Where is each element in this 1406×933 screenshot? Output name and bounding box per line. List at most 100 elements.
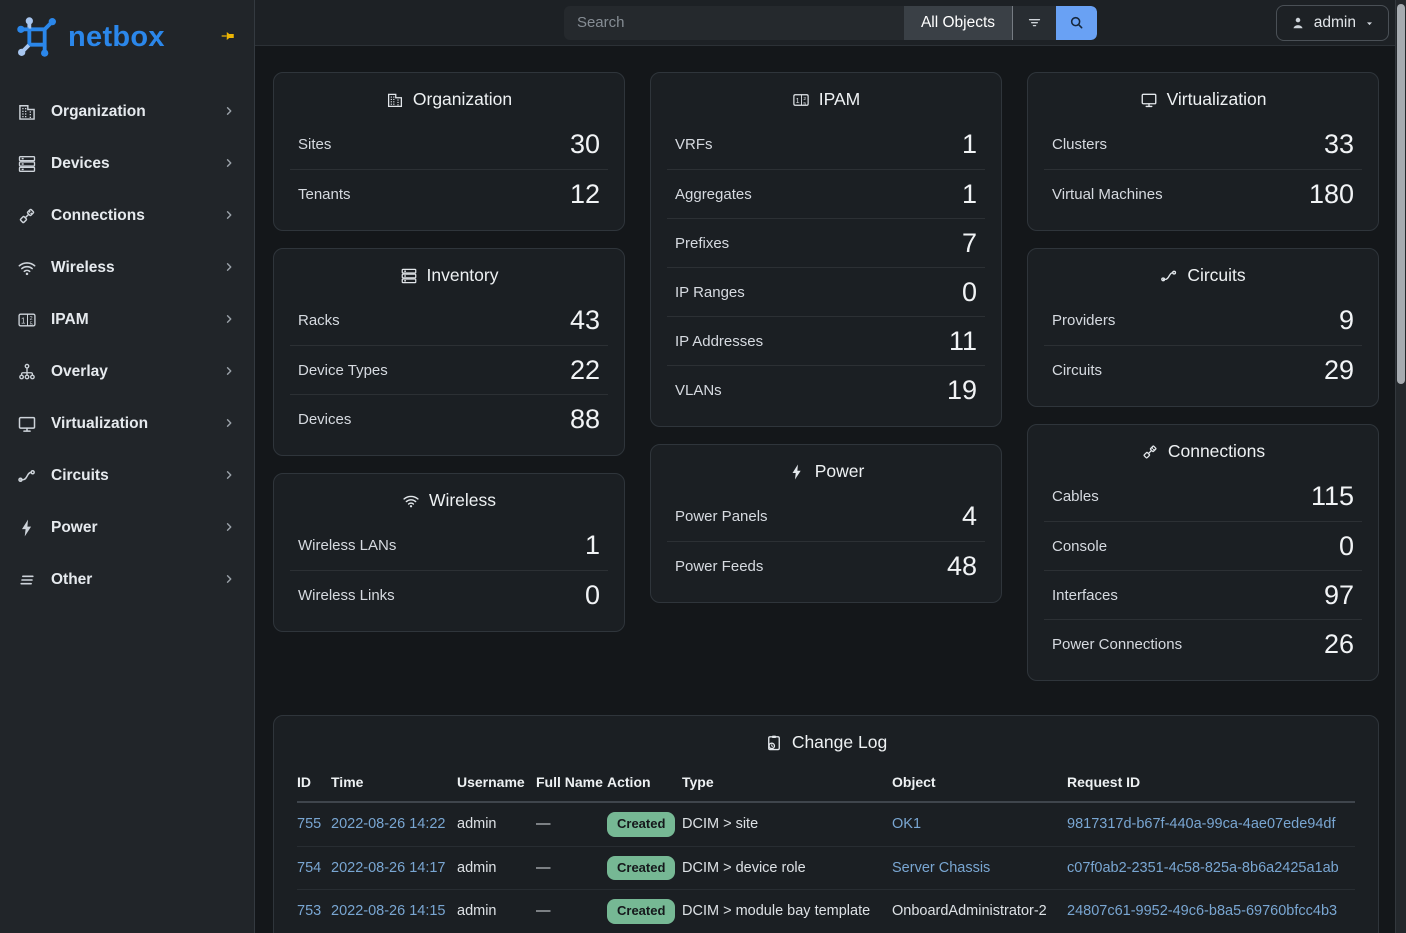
card-power: PowerPower Panels4Power Feeds48: [650, 444, 1002, 603]
transit-icon: [1160, 267, 1178, 285]
stat-value-link[interactable]: 9: [1339, 307, 1354, 334]
svg-text:5: 5: [803, 100, 806, 106]
stat-value-link[interactable]: 43: [570, 307, 600, 334]
action-badge: Created: [607, 899, 675, 924]
change-id-link[interactable]: 754: [297, 860, 321, 876]
stat-value-link[interactable]: 30: [570, 131, 600, 158]
stat-row: Cables115: [1044, 472, 1362, 521]
change-object-link[interactable]: OK1: [892, 816, 921, 832]
sidebar-item-label: Other: [51, 571, 92, 589]
sidebar-item-power[interactable]: Power: [0, 502, 254, 554]
card-title: Circuits: [1187, 265, 1245, 286]
card-title: Inventory: [427, 265, 499, 286]
brand: netbox: [0, 0, 254, 72]
vertical-scrollbar[interactable]: [1395, 0, 1406, 933]
stat-value-link[interactable]: 1: [962, 181, 977, 208]
change-fullname: —: [536, 816, 551, 832]
stat-row: Prefixes 7: [667, 218, 985, 267]
column-header: Object: [892, 765, 1067, 802]
card-title: Power: [815, 461, 865, 482]
sidebar-item-wireless[interactable]: Wireless: [0, 242, 254, 294]
stat-label: Prefixes: [675, 235, 729, 252]
search-icon: [1068, 14, 1085, 31]
filter-icon: [1026, 14, 1043, 31]
stat-value-link[interactable]: 4: [962, 503, 977, 530]
monitor-icon: [1140, 91, 1158, 109]
sidebar-item-connections[interactable]: Connections: [0, 190, 254, 242]
column-header: Action: [607, 765, 682, 802]
stat-value-link[interactable]: 115: [1311, 483, 1354, 510]
pin-sidebar-button[interactable]: [214, 23, 240, 52]
stat-label: Aggregates: [675, 186, 752, 203]
svg-text:5: 5: [30, 321, 33, 327]
svg-text:1: 1: [795, 97, 799, 105]
stat-value-link[interactable]: 29: [1324, 357, 1354, 384]
table-row: 7542022-08-26 14:17admin—CreatedDCIM > d…: [297, 846, 1355, 890]
monitor-icon: [17, 414, 39, 434]
stat-value-link[interactable]: 22: [570, 357, 600, 384]
stat-value-link[interactable]: 11: [949, 328, 977, 355]
clipboard-clock-icon: [765, 734, 783, 752]
change-id-link[interactable]: 753: [297, 903, 321, 919]
netbox-logo-icon[interactable]: [14, 14, 60, 60]
search-scope-button[interactable]: All Objects: [904, 6, 1012, 40]
stat-value-link[interactable]: 33: [1324, 131, 1354, 158]
bolt-icon: [17, 518, 39, 538]
column-header: Username: [457, 765, 536, 802]
stat-label: Wireless LANs: [298, 537, 396, 554]
stat-row: Wireless LANs 1: [290, 521, 608, 570]
stat-row: Power Panels4: [667, 492, 985, 541]
stat-row: VLANs 19: [667, 365, 985, 414]
server-icon: [17, 154, 39, 174]
request-id-link[interactable]: 24807c61-9952-49c6-b8a5-69760bfcc4b3: [1067, 903, 1337, 919]
search-filter-button[interactable]: [1012, 6, 1056, 40]
change-time-link[interactable]: 2022-08-26 14:15: [331, 903, 446, 919]
sidebar-item-virtualization[interactable]: Virtualization: [0, 398, 254, 450]
lines-icon: [17, 570, 39, 590]
stat-value-link[interactable]: 0: [1339, 533, 1354, 560]
sidebar-item-ipam[interactable]: 125IPAM: [0, 294, 254, 346]
stat-value-link[interactable]: 12: [570, 181, 600, 208]
dashboard-column: VirtualizationClusters33Virtual Machines…: [1027, 72, 1379, 681]
request-id-link[interactable]: 9817317d-b67f-440a-99ca-4ae07ede94df: [1067, 816, 1335, 832]
stat-value-link[interactable]: 88: [570, 406, 600, 433]
stat-value-link[interactable]: 0: [962, 279, 977, 306]
brand-name[interactable]: netbox: [68, 21, 165, 54]
stat-value-link[interactable]: 26: [1324, 631, 1354, 658]
stat-value-link[interactable]: 1: [962, 131, 977, 158]
stat-value-link[interactable]: 19: [947, 377, 977, 404]
stat-label: VLANs: [675, 382, 722, 399]
change-object-link[interactable]: Server Chassis: [892, 860, 990, 876]
sidebar-item-circuits[interactable]: Circuits: [0, 450, 254, 502]
stat-row: VRFs1: [667, 120, 985, 169]
dashboard-column: 125IPAMVRFs1Aggregates1Prefixes7IP Range…: [650, 72, 1002, 681]
stat-value-link[interactable]: 180: [1309, 181, 1354, 208]
stat-row: Clusters33: [1044, 120, 1362, 169]
sidebar-item-organization[interactable]: Organization: [0, 86, 254, 138]
change-id-link[interactable]: 755: [297, 816, 321, 832]
user-menu-button[interactable]: admin: [1276, 5, 1389, 41]
server-icon: [400, 267, 418, 285]
sidebar-item-other[interactable]: Other: [0, 554, 254, 606]
sidebar-item-devices[interactable]: Devices: [0, 138, 254, 190]
changelog-title: Change Log: [792, 732, 887, 753]
stat-value-link[interactable]: 48: [947, 553, 977, 580]
change-time-link[interactable]: 2022-08-26 14:17: [331, 860, 446, 876]
search-submit-button[interactable]: [1056, 6, 1097, 40]
stat-label: Power Connections: [1052, 636, 1182, 653]
stat-value-link[interactable]: 1: [585, 532, 600, 559]
stat-value-link[interactable]: 0: [585, 582, 600, 609]
change-time-link[interactable]: 2022-08-26 14:22: [331, 816, 446, 832]
stat-value-link[interactable]: 7: [962, 230, 977, 257]
search-input[interactable]: [564, 6, 904, 40]
stat-row: Circuits29: [1044, 345, 1362, 394]
stat-label: Device Types: [298, 362, 388, 379]
chevron-right-icon: [222, 364, 236, 381]
user-name: admin: [1314, 14, 1356, 32]
request-id-link[interactable]: c07f0ab2-2351-4c58-825a-8b6a2425a1ab: [1067, 860, 1339, 876]
sidebar-item-overlay[interactable]: Overlay: [0, 346, 254, 398]
stat-value-link[interactable]: 97: [1324, 582, 1354, 609]
stat-row: Virtual Machines180: [1044, 169, 1362, 218]
card-organization: OrganizationSites30Tenants12: [273, 72, 625, 231]
scrollbar-thumb[interactable]: [1397, 4, 1405, 384]
